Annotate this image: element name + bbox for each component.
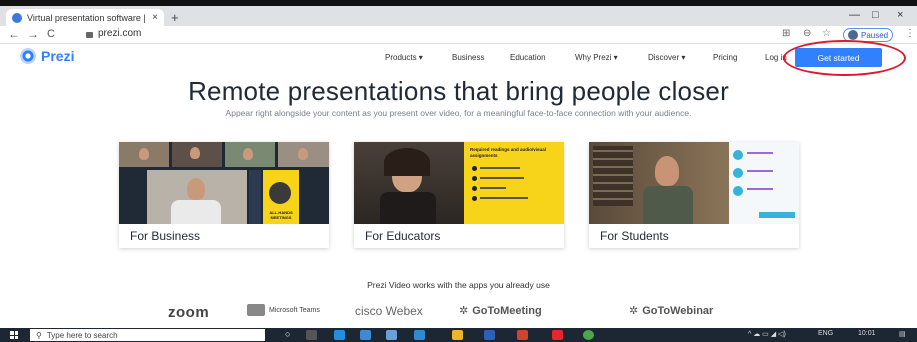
nav-products[interactable]: Products ▾ <box>385 53 423 62</box>
card-educators-label: For Educators <box>365 229 441 243</box>
zoom-logo: zoom <box>168 304 209 321</box>
nav-pricing[interactable]: Pricing <box>713 53 737 62</box>
taskbar-search-placeholder: Type here to search <box>46 330 118 340</box>
zoom-logo-text: zoom <box>168 304 210 321</box>
search-icon: ⚲ <box>36 330 42 340</box>
webex-logo-text: cisco Webex <box>355 304 423 318</box>
app-icon[interactable] <box>386 330 397 340</box>
prezi-favicon-icon <box>12 12 22 23</box>
forward-button[interactable]: → <box>27 27 39 41</box>
profile-status: Paused <box>861 30 889 40</box>
task-view-icon[interactable] <box>306 330 317 340</box>
lock-icon <box>86 31 93 38</box>
file-explorer-icon[interactable] <box>452 330 463 340</box>
bookmark-star-icon[interactable]: ☆ <box>822 28 831 39</box>
browser-address-bar: ← → C prezi.com ⊞ ⊖ ☆ Paused ⋮ <box>0 26 917 44</box>
nav-business[interactable]: Business <box>452 53 484 62</box>
prezi-logo-text: Prezi <box>41 48 75 64</box>
window-restore-button[interactable]: □ <box>872 9 879 21</box>
media-icon[interactable] <box>414 330 425 340</box>
url-field[interactable]: prezi.com <box>86 28 141 39</box>
page-headline: Remote presentations that bring people c… <box>188 76 729 106</box>
prezi-logo[interactable]: Prezi <box>20 48 74 64</box>
gotowebinar-icon: ✲ <box>629 305 639 317</box>
gotomeeting-logo: ✲ GoToMeeting <box>459 304 542 318</box>
new-tab-button[interactable]: + <box>171 10 179 25</box>
browser-tab-bar: Virtual presentation software | C × + — … <box>0 6 917 26</box>
notifications-icon[interactable]: ▤ <box>899 330 906 338</box>
window-close-button[interactable]: × <box>897 9 903 21</box>
zoom-icon[interactable]: ⊖ <box>803 28 811 39</box>
gotomeeting-logo-text: GoToMeeting <box>472 304 542 317</box>
system-tray-icons[interactable]: ^ ☁ ▭ ◢ ◁) <box>748 330 786 338</box>
edge-icon[interactable] <box>334 330 345 340</box>
business-video-grid-image: ALL-HANDS MEETINGS <box>119 142 329 224</box>
profile-avatar <box>848 30 858 40</box>
gotomeeting-icon: ✲ <box>459 305 469 317</box>
card-business[interactable]: ALL-HANDS MEETINGS For Business <box>119 142 329 248</box>
card-educators[interactable]: Required readings and audio/visual assig… <box>354 142 564 248</box>
taskbar-search-input[interactable]: ⚲ Type here to search <box>30 329 265 341</box>
reload-button[interactable]: C <box>47 28 55 40</box>
clock[interactable]: 10:01 <box>858 330 876 337</box>
business-slide-text: ALL-HANDS MEETINGS <box>269 210 293 220</box>
browser-tab[interactable]: Virtual presentation software | C × <box>6 9 164 26</box>
apps-caption: Prezi Video works with the apps you alre… <box>367 280 550 290</box>
cortana-icon[interactable]: ○ <box>285 329 296 339</box>
prezi-logo-icon <box>20 48 36 64</box>
educators-slide-text: Required readings and audio/visual assig… <box>470 147 547 158</box>
word-icon[interactable] <box>484 330 495 340</box>
card-students[interactable]: For Students <box>589 142 799 248</box>
back-button[interactable]: ← <box>8 27 20 41</box>
page-subheadline: Appear right alongside your content as y… <box>225 108 692 118</box>
windows-start-icon[interactable] <box>10 331 18 339</box>
url-text: prezi.com <box>98 28 142 39</box>
menu-kebab-icon[interactable]: ⋮ <box>905 28 915 39</box>
tab-close-icon[interactable]: × <box>152 12 158 23</box>
educators-video-image: Required readings and audio/visual assig… <box>354 142 564 224</box>
tab-title: Virtual presentation software | C <box>27 12 149 23</box>
nav-discover[interactable]: Discover ▾ <box>648 53 685 62</box>
nav-education[interactable]: Education <box>510 53 546 62</box>
students-video-image <box>589 142 799 224</box>
nav-why-prezi[interactable]: Why Prezi ▾ <box>575 53 618 62</box>
translate-icon[interactable]: ⊞ <box>782 28 790 39</box>
mail-icon[interactable] <box>360 330 371 340</box>
chrome-icon[interactable] <box>583 330 594 340</box>
red-annotation-circle <box>783 40 906 76</box>
gotowebinar-logo: ✲ GoToWebinar <box>629 304 714 318</box>
microsoft-teams-logo: Microsoft Teams <box>247 304 320 316</box>
card-business-label: For Business <box>130 229 201 243</box>
window-minimize-button[interactable]: — <box>849 9 860 21</box>
gotowebinar-logo-text: GoToWebinar <box>642 304 714 317</box>
powerpoint-icon[interactable] <box>517 330 528 340</box>
webex-logo: cisco Webex <box>355 304 423 318</box>
card-students-label: For Students <box>600 229 669 243</box>
language-indicator[interactable]: ENG <box>818 330 833 337</box>
windows-taskbar: ⚲ Type here to search ○ ^ ☁ ▭ ◢ ◁) ENG 1… <box>0 328 917 342</box>
teams-logo-text: Microsoft Teams <box>269 306 320 314</box>
pdf-reader-icon[interactable] <box>552 330 563 340</box>
teams-icon <box>247 304 265 316</box>
site-navbar: Prezi Products ▾ Business Education Why … <box>0 44 917 70</box>
